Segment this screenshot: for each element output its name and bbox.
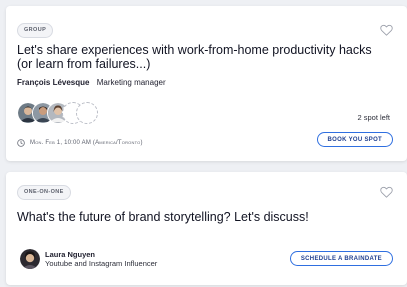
type-badge: Group [17,23,54,38]
participant-avatars [17,102,127,124]
host-info: François Lévesque Marketing manager [17,78,166,87]
date-text: Mon. Feb 1, 10:00 AM (America/Toronto) [30,140,143,146]
date-time: Mon. Feb 1, 10:00 AM (America/Toronto) [17,139,143,147]
empty-seat [76,102,98,124]
spots-left: 2 spot left [357,113,390,122]
type-badge: One-on-one [17,185,71,200]
card-title: Let's share experiences with work-from-h… [17,43,372,71]
host-name: Laura Nguyen [45,250,96,259]
braindate-card-one-on-one[interactable]: One-on-one What's the future of brand st… [6,172,407,285]
host-role: Youtube and Instagram Influencer [45,259,158,268]
braindate-card-group[interactable]: Group Let's share experiences with work-… [6,6,407,161]
clock-icon [17,139,25,147]
card-title: What's the future of brand storytelling?… [17,210,309,224]
host-role: Marketing manager [96,78,166,87]
host-info: Laura Nguyen Youtube and Instagram Influ… [20,249,157,269]
heart-outline-icon[interactable] [380,24,393,36]
avatar [20,249,40,269]
book-spot-button[interactable]: Book you spot [316,132,393,147]
schedule-braindate-button[interactable]: Schedule a braindate [289,251,393,266]
heart-outline-icon[interactable] [380,186,393,198]
host-name: François Lévesque [17,78,90,87]
